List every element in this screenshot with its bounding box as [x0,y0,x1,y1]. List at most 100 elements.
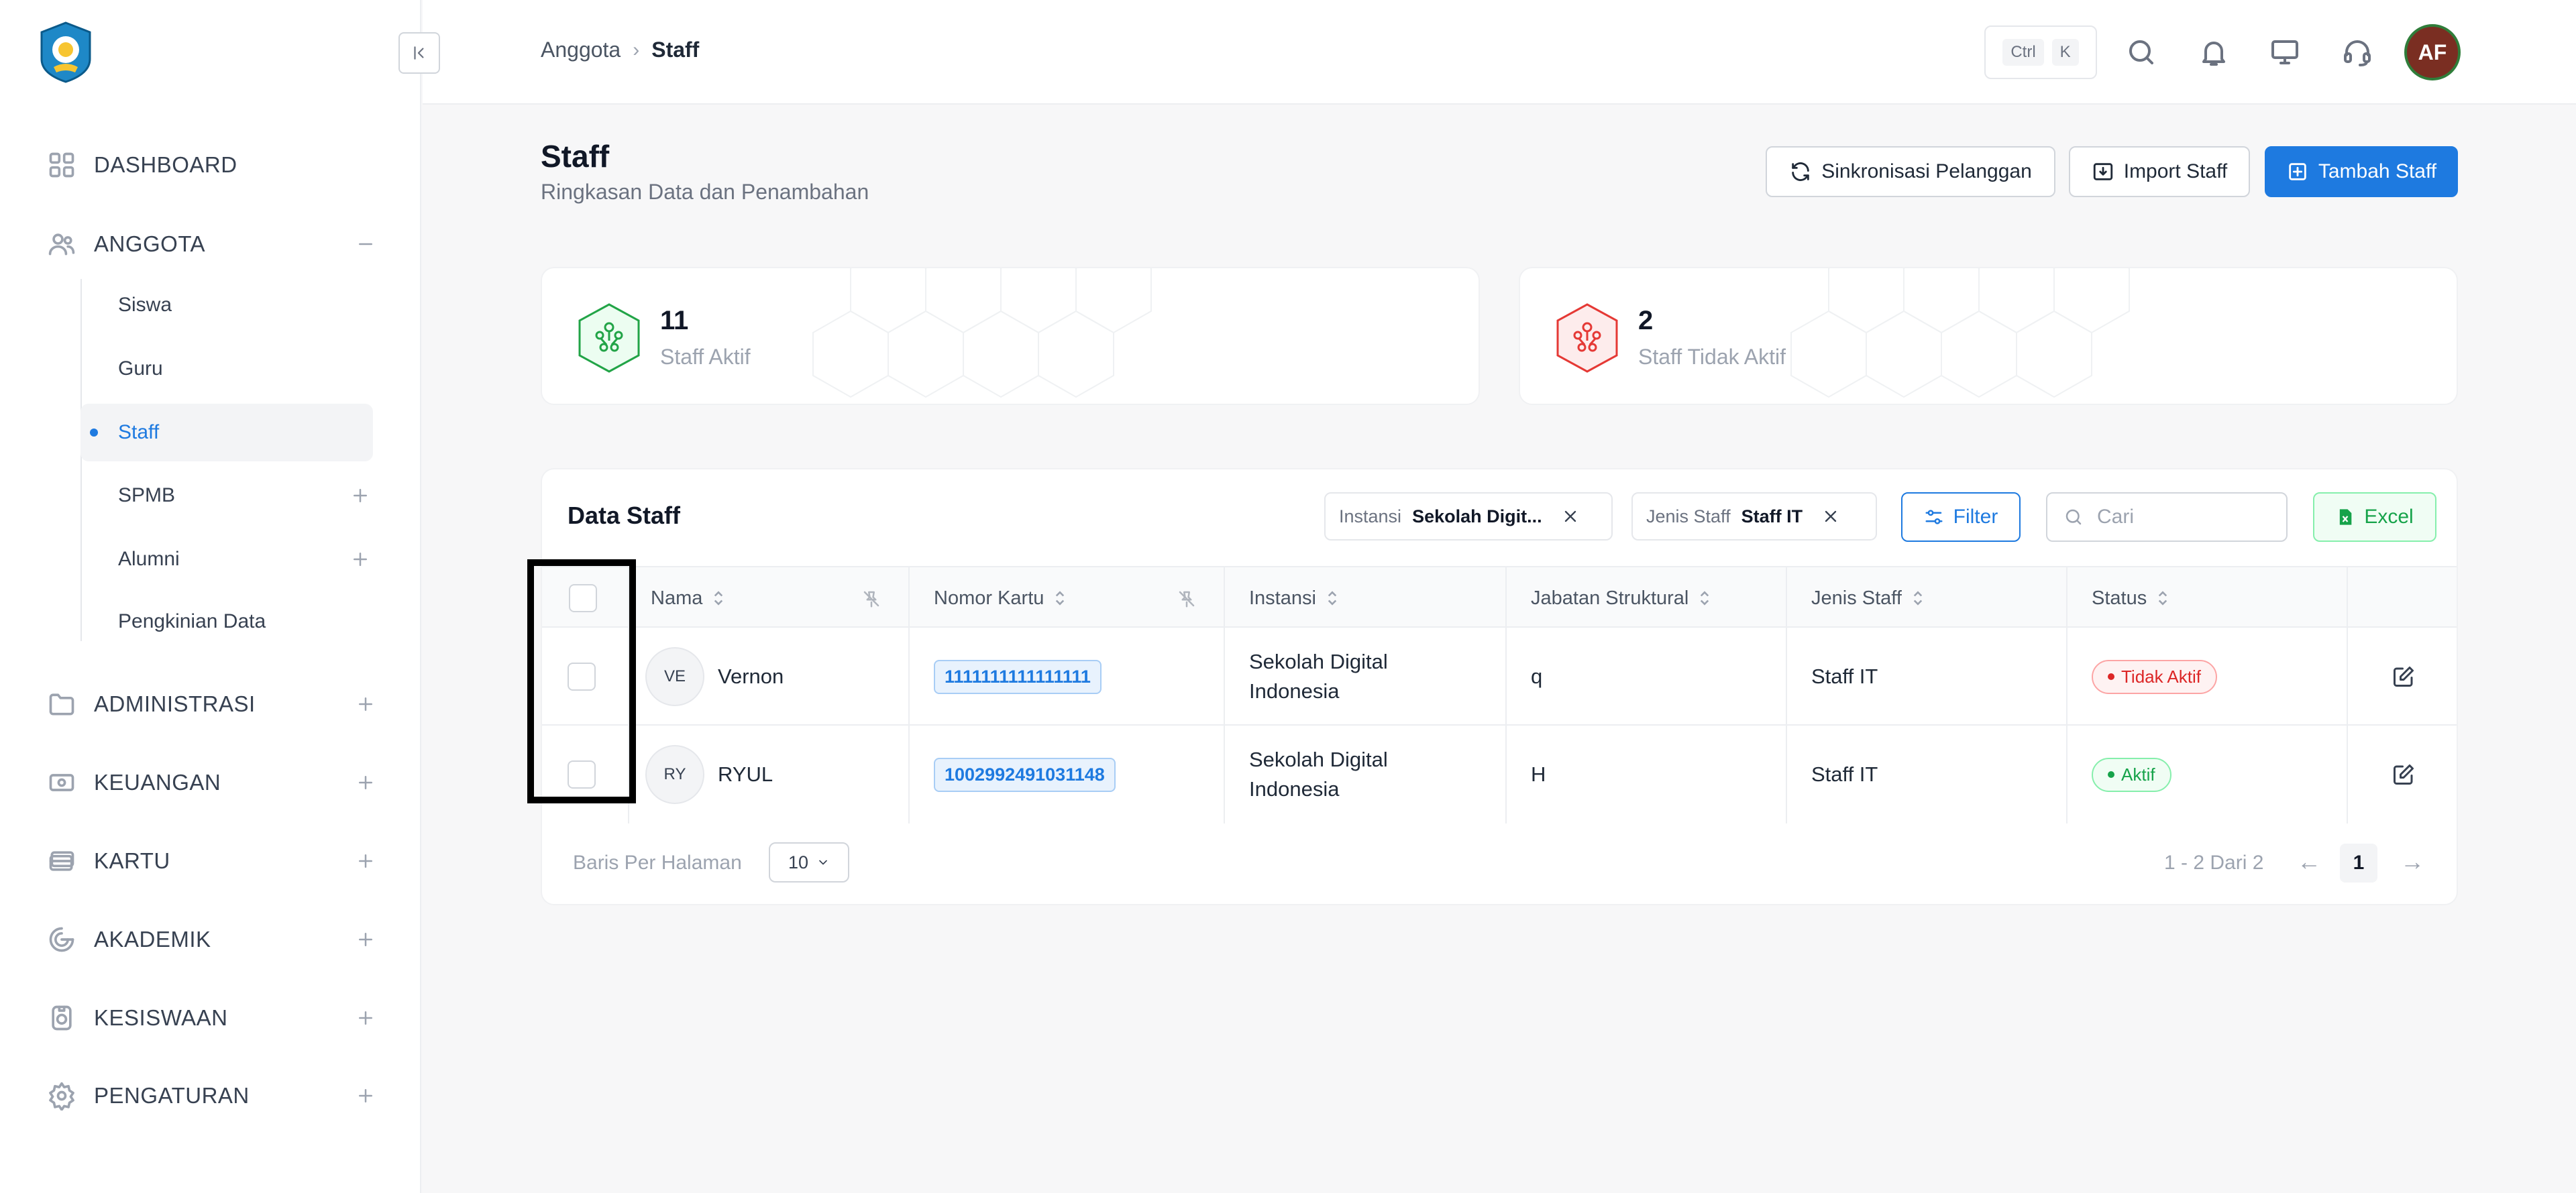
headset-icon[interactable] [2341,36,2373,68]
column-jabatan-struktural[interactable]: Jabatan Struktural [1507,567,1787,629]
close-icon[interactable] [1821,507,1840,526]
nav-kartu[interactable]: KARTU [47,841,376,881]
prev-page-button[interactable]: ← [2297,850,2321,874]
money-icon [49,774,74,791]
sidebar-item-spmb[interactable]: SPMB [80,467,373,524]
search-input[interactable]: Cari [2046,492,2288,542]
expand-plus-icon[interactable] [356,1086,376,1106]
cell-status: Tidak Aktif [2068,628,2348,726]
column-label: Status [2092,587,2147,609]
bell-icon[interactable] [2198,36,2230,68]
edit-icon[interactable] [2392,762,2416,787]
collapse-sidebar-button[interactable] [398,32,440,74]
active-dot [90,429,98,437]
breadcrumb-anggota[interactable]: Anggota [541,38,621,62]
search-icon[interactable] [2125,36,2157,68]
avatar: RY [645,745,704,804]
command-shortcut[interactable]: Ctrl K [1984,25,2097,79]
sort-icon[interactable] [1911,589,1925,608]
sidebar-item-staff[interactable]: Staff [80,404,373,461]
status-label: Aktif [2121,764,2155,785]
column-label: Nama [651,587,703,609]
page-subtitle: Ringkasan Data dan Penambahan [541,180,869,204]
unpin-icon[interactable] [1177,589,1197,609]
column-instansi[interactable]: Instansi [1225,567,1507,629]
card-number-badge: 1111111111111111 [934,659,1102,694]
academic-icon [49,927,74,952]
cell-jabatan: q [1507,628,1787,726]
sidebar-item-pengkinian-data[interactable]: Pengkinian Data [80,593,373,650]
inactive-staff-label: Staff Tidak Aktif [1638,345,1786,369]
column-label: Jabatan Struktural [1531,587,1689,609]
breadcrumb-staff: Staff [651,38,700,62]
export-excel-button[interactable]: Excel [2313,492,2436,542]
column-status[interactable]: Status [2068,567,2348,629]
filter-chip-instansi[interactable]: Instansi Sekolah Digit... [1324,492,1613,541]
instansi-line: Sekolah Digital [1249,748,1388,771]
table-row: RY RYUL 1002992491031148 Sekolah Digital… [542,726,2457,823]
filter-button[interactable]: Filter [1901,492,2021,542]
column-jenis-staff[interactable]: Jenis Staff [1787,567,2068,629]
nav-keuangan[interactable]: KEUANGAN [47,762,376,803]
nav-pengaturan[interactable]: PENGATURAN [47,1076,376,1116]
nav-administrasi[interactable]: ADMINISTRASI [47,684,376,724]
cell-status: Aktif [2068,726,2348,823]
next-page-button[interactable]: → [2400,850,2424,874]
filter-chip-jenis-staff[interactable]: Jenis Staff Staff IT [1631,492,1877,541]
user-avatar[interactable]: AF [2404,24,2461,80]
active-staff-icon [578,303,640,373]
add-staff-button[interactable]: Tambah Staff [2265,146,2458,197]
expand-plus-icon[interactable] [356,851,376,871]
cell-nama: VE Vernon [629,628,910,726]
expand-plus-icon[interactable] [356,1008,376,1028]
nav-akademik[interactable]: AKADEMIK [47,919,376,960]
jenis-value: Staff IT [1811,762,1878,786]
chip-value: Staff IT [1741,506,1803,526]
sort-icon[interactable] [2156,589,2169,608]
rows-per-page-select[interactable]: 10 [769,842,849,883]
expand-plus-icon[interactable] [350,549,370,569]
sync-customers-button[interactable]: Sinkronisasi Pelanggan [1766,146,2055,197]
sort-icon[interactable] [1698,589,1711,608]
collapse-minus-icon[interactable] [356,234,376,254]
nav-kesiswaan[interactable]: KESISWAAN [47,998,376,1038]
expand-plus-icon[interactable] [356,694,376,714]
row-checkbox[interactable] [568,760,596,789]
close-icon[interactable] [1561,507,1580,526]
chip-value: Sekolah Digit... [1412,506,1542,526]
row-select-cell [542,726,629,823]
column-nomor-kartu[interactable]: Nomor Kartu [910,567,1225,629]
select-all-checkbox[interactable] [569,584,597,612]
nav-anggota[interactable]: ANGGOTA [47,224,376,264]
import-staff-button[interactable]: Import Staff [2069,146,2250,197]
row-checkbox[interactable] [568,663,596,691]
expand-plus-icon[interactable] [356,929,376,950]
sub-label: SPMB [118,484,176,506]
tut-wuri-handayani-logo [34,20,98,84]
column-nama[interactable]: Nama [629,567,910,629]
instansi-line: Indonesia [1249,679,1340,703]
sidebar: DASHBOARD ANGGOTA Siswa Guru Staff SPMB … [0,0,421,1193]
jenis-value: Staff IT [1811,665,1878,688]
nav-label: ADMINISTRASI [94,691,256,716]
sidebar-item-guru[interactable]: Guru [80,340,373,398]
unpin-icon[interactable] [861,589,881,609]
cell-jabatan: H [1507,726,1787,823]
instansi-line: Indonesia [1249,777,1340,801]
monitor-icon[interactable] [2269,36,2301,68]
sidebar-item-siswa[interactable]: Siswa [80,276,373,334]
jabatan-value: H [1531,762,1546,786]
chevron-down-icon [819,860,827,865]
sort-icon[interactable] [712,589,725,608]
jabatan-value: q [1531,665,1543,688]
sidebar-item-alumni[interactable]: Alumni [80,530,373,588]
expand-plus-icon[interactable] [350,486,370,506]
sort-icon[interactable] [1326,589,1339,608]
expand-plus-icon[interactable] [356,773,376,793]
student-icon [52,1005,72,1031]
sort-icon[interactable] [1053,589,1067,608]
edit-icon[interactable] [2392,665,2416,689]
nav-dashboard[interactable]: DASHBOARD [47,145,376,185]
current-page[interactable]: 1 [2340,844,2377,883]
search-placeholder: Cari [2097,506,2135,528]
